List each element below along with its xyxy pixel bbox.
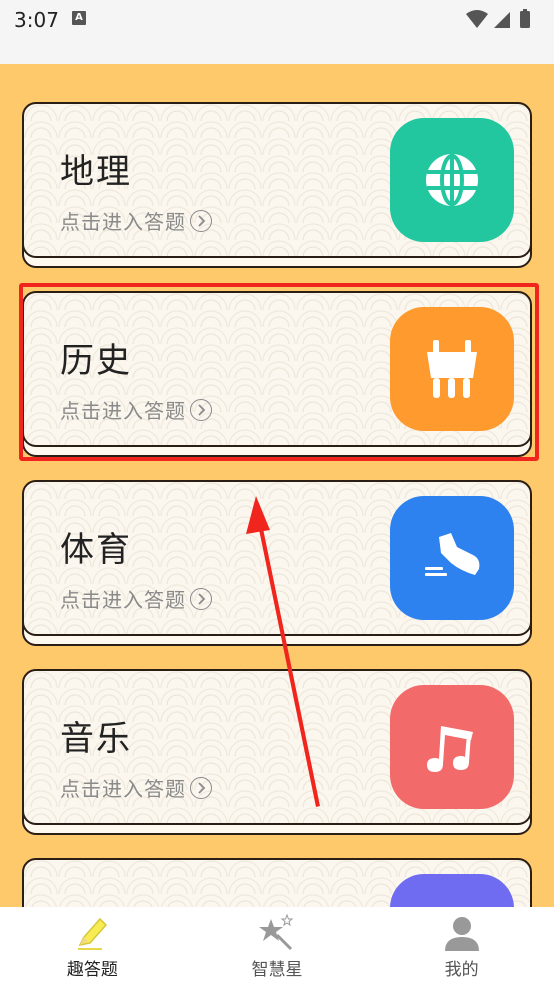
status-bar: 3:07 A bbox=[0, 0, 554, 64]
bottom-nav: 趣答题 智慧星 我的 bbox=[0, 907, 554, 984]
nav-label: 我的 bbox=[444, 960, 479, 980]
category-title: 音乐 bbox=[60, 719, 132, 759]
nav-label: 趣答题 bbox=[66, 960, 118, 980]
chevron-right-icon bbox=[190, 587, 212, 610]
nav-label: 智慧星 bbox=[251, 960, 303, 980]
partial-icon bbox=[390, 874, 514, 907]
notification-icon: A bbox=[72, 11, 86, 25]
magic-star-icon bbox=[259, 913, 294, 951]
category-card-history[interactable]: 历史 点击进入答题 bbox=[22, 291, 532, 457]
category-title: 历史 bbox=[60, 341, 132, 381]
battery-icon bbox=[520, 11, 530, 28]
enter-quiz-link[interactable]: 点击进入答题 bbox=[60, 584, 212, 613]
status-time: 3:07 bbox=[14, 8, 59, 32]
category-title: 地理 bbox=[60, 152, 132, 192]
signal-icon bbox=[494, 12, 510, 28]
category-card-music[interactable]: 音乐 点击进入答题 bbox=[22, 669, 532, 835]
category-list[interactable]: 地理 点击进入答题 历史 点击进入答题 体育 点击进入答题 音乐 点击进入答题 bbox=[0, 64, 554, 907]
nav-tab-mine[interactable]: 我的 bbox=[369, 907, 554, 984]
enter-quiz-link[interactable]: 点击进入答题 bbox=[60, 206, 212, 235]
sneaker-icon bbox=[390, 496, 514, 620]
category-title: 体育 bbox=[60, 530, 132, 570]
chevron-right-icon bbox=[190, 776, 212, 799]
bronze-ding-icon bbox=[390, 307, 514, 431]
wifi-icon bbox=[466, 10, 488, 28]
chevron-right-icon bbox=[190, 209, 212, 232]
status-icons bbox=[466, 9, 530, 28]
nav-tab-quiz[interactable]: 趣答题 bbox=[0, 907, 185, 984]
pencil-icon bbox=[78, 917, 108, 950]
category-card-sports[interactable]: 体育 点击进入答题 bbox=[22, 480, 532, 646]
person-icon bbox=[444, 917, 479, 951]
chevron-right-icon bbox=[190, 398, 212, 421]
nav-tab-wisdom-star[interactable]: 智慧星 bbox=[185, 907, 370, 984]
category-card-partial[interactable] bbox=[22, 858, 532, 907]
enter-quiz-link[interactable]: 点击进入答题 bbox=[60, 395, 212, 424]
music-note-icon bbox=[390, 685, 514, 809]
enter-quiz-link[interactable]: 点击进入答题 bbox=[60, 773, 212, 802]
category-card-geography[interactable]: 地理 点击进入答题 bbox=[22, 102, 532, 268]
globe-icon bbox=[390, 118, 514, 242]
